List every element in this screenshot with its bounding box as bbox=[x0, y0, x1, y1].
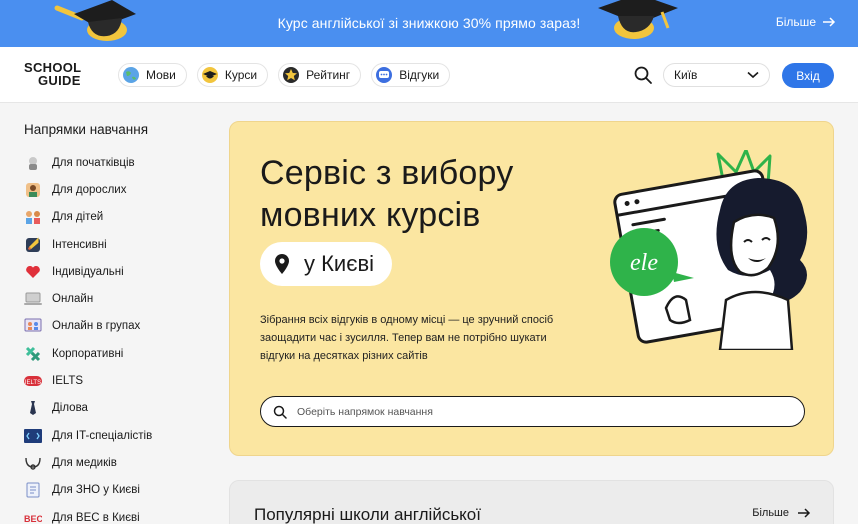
sidebar-item-individual[interactable]: Індивідуальні bbox=[24, 258, 214, 285]
main-nav: Мови Курси Рейтинг Відгуки bbox=[118, 63, 451, 87]
tie-icon bbox=[24, 400, 42, 416]
popular-schools-section: Популярні школи англійської Більше bbox=[229, 480, 834, 524]
sidebar-item-it[interactable]: Для IT-спеціалістів bbox=[24, 422, 214, 449]
sidebar-item-label: Для ЗНО у Києві bbox=[52, 484, 140, 497]
svg-text:BEC: BEC bbox=[24, 514, 42, 524]
graduation-cap-icon bbox=[201, 66, 219, 84]
sidebar-title: Напрямки навчання bbox=[24, 122, 149, 137]
sidebar-item-label: Індивідуальні bbox=[52, 265, 124, 278]
study-directions-sidebar: Напрямки навчання Для початківців Для до… bbox=[24, 122, 214, 524]
popular-schools-title: Популярні школи англійської bbox=[254, 505, 481, 524]
nav-item-rating[interactable]: Рейтинг bbox=[278, 63, 362, 87]
woman-with-speech-bubble-illustration: ele bbox=[610, 150, 808, 350]
location-pin-icon bbox=[275, 254, 289, 274]
bec-icon: BEC bbox=[24, 510, 42, 524]
sidebar-item-label: Інтенсивні bbox=[52, 238, 107, 251]
login-button[interactable]: Вхід bbox=[782, 63, 834, 88]
search-icon[interactable] bbox=[633, 65, 653, 85]
nav-label: Відгуки bbox=[399, 68, 440, 82]
nav-item-courses[interactable]: Курси bbox=[196, 63, 269, 87]
chevron-down-icon bbox=[747, 71, 759, 79]
sidebar-item-online[interactable]: Онлайн bbox=[24, 285, 214, 312]
hero-description: Зібрання всіх відгуків в одному місці — … bbox=[260, 314, 554, 362]
arrow-right-icon bbox=[823, 17, 836, 27]
stethoscope-icon bbox=[24, 455, 42, 471]
children-icon bbox=[24, 209, 42, 225]
sidebar-item-adults[interactable]: Для дорослих bbox=[24, 176, 214, 203]
sidebar-item-online-groups[interactable]: Онлайн в групах bbox=[24, 313, 214, 340]
sidebar-item-children[interactable]: Для дітей bbox=[24, 204, 214, 231]
hero-city-badge[interactable]: у Києві bbox=[260, 242, 393, 286]
laptop-icon bbox=[24, 291, 42, 307]
school-guide-logo[interactable]: SCHOOL GUIDE bbox=[24, 61, 81, 87]
nav-item-languages[interactable]: Мови bbox=[118, 63, 187, 87]
sidebar-item-label: Онлайн bbox=[52, 293, 94, 306]
speech-bubble-text: ele bbox=[630, 250, 658, 276]
sidebar-item-business[interactable]: Ділова bbox=[24, 395, 214, 422]
test-sheet-icon bbox=[24, 482, 42, 498]
sidebar-item-ielts[interactable]: IELTS IELTS bbox=[24, 367, 214, 394]
nav-label: Курси bbox=[224, 68, 258, 82]
chat-icon bbox=[375, 66, 393, 84]
rocket-icon bbox=[24, 236, 42, 253]
popular-more-link[interactable]: Більше bbox=[752, 507, 811, 519]
logo-line-2: GUIDE bbox=[38, 73, 81, 88]
sidebar-item-beginners[interactable]: Для початківців bbox=[24, 149, 214, 176]
nav-label: Мови bbox=[146, 68, 176, 82]
sidebar-item-label: Для початківців bbox=[52, 156, 135, 169]
sidebar-item-label: Для IT-спеціалістів bbox=[52, 429, 153, 442]
sidebar-item-label: Для ВЕС в Києві bbox=[52, 511, 140, 524]
sidebar-item-label: Онлайн в групах bbox=[52, 320, 141, 333]
sidebar-item-bec[interactable]: BEC Для ВЕС в Києві bbox=[24, 504, 214, 524]
heart-icon bbox=[24, 264, 42, 280]
sidebar-item-label: Ділова bbox=[52, 402, 88, 415]
beginner-icon bbox=[24, 155, 42, 171]
sidebar-item-corporate[interactable]: Корпоративні bbox=[24, 340, 214, 367]
sidebar-item-zno[interactable]: Для ЗНО у Києві bbox=[24, 477, 214, 504]
globe-icon bbox=[122, 66, 140, 84]
star-icon bbox=[282, 66, 300, 84]
hero-city-label: у Києві bbox=[304, 251, 375, 276]
popular-more-label: Більше bbox=[752, 507, 789, 519]
search-icon bbox=[273, 405, 287, 419]
sidebar-item-medics[interactable]: Для медиків bbox=[24, 449, 214, 476]
direction-search-input[interactable] bbox=[297, 405, 777, 418]
nav-label: Рейтинг bbox=[306, 68, 351, 82]
puzzle-icon bbox=[24, 346, 42, 362]
hero-title: Сервіс з вибору мовних курсів bbox=[260, 152, 580, 236]
direction-search-field[interactable] bbox=[260, 396, 805, 427]
ielts-icon: IELTS bbox=[24, 373, 42, 389]
site-header: SCHOOL GUIDE Мови Курси Рейтинг Відгуки bbox=[0, 47, 858, 103]
sidebar-item-label: Для дорослих bbox=[52, 183, 127, 196]
hero-section: Сервіс з вибору мовних курсів у Києві Зі… bbox=[229, 121, 834, 456]
sidebar-item-label: IELTS bbox=[52, 375, 84, 388]
promo-banner[interactable]: Курс англійської зі знижкою 30% прямо за… bbox=[0, 0, 858, 47]
code-icon bbox=[24, 428, 42, 444]
video-group-icon bbox=[24, 318, 42, 334]
sidebar-item-label: Для дітей bbox=[52, 211, 104, 224]
hero-title-line-1: Сервіс з вибору bbox=[260, 154, 514, 192]
arrow-right-icon bbox=[798, 508, 811, 518]
promo-more-label: Більше bbox=[775, 15, 816, 29]
sidebar-item-label: Для медиків bbox=[52, 456, 117, 469]
svg-text:IELTS: IELTS bbox=[25, 380, 41, 386]
graduation-cap-icon bbox=[598, 0, 678, 39]
city-select[interactable]: Київ bbox=[663, 63, 770, 87]
adult-icon bbox=[24, 182, 42, 198]
sidebar-item-intensive[interactable]: Інтенсивні bbox=[24, 231, 214, 258]
sidebar-item-label: Корпоративні bbox=[52, 347, 124, 360]
hero-title-line-2: мовних курсів bbox=[260, 196, 481, 234]
city-select-value: Київ bbox=[674, 68, 698, 82]
promo-more-link[interactable]: Більше bbox=[776, 15, 836, 29]
nav-item-reviews[interactable]: Відгуки bbox=[371, 63, 451, 87]
promo-text: Курс англійської зі знижкою 30% прямо за… bbox=[277, 15, 581, 31]
